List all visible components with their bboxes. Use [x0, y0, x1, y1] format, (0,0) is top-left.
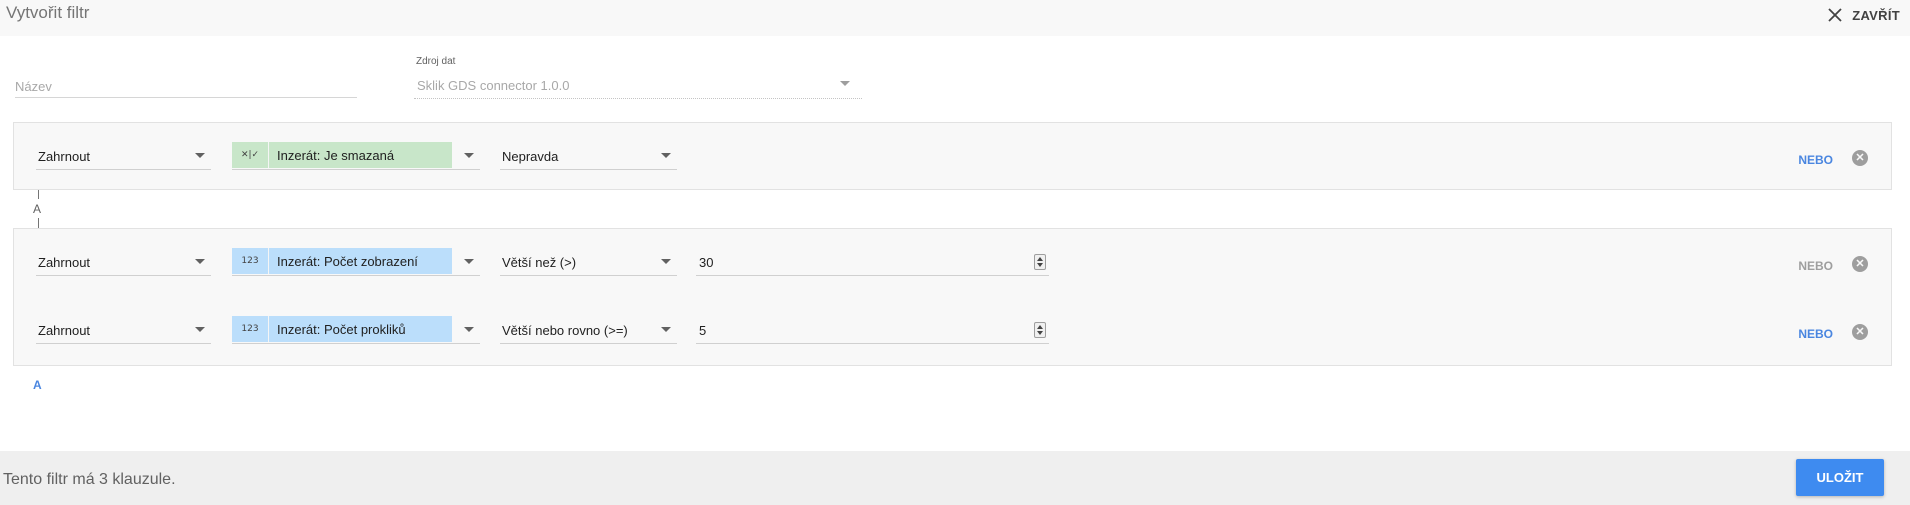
connector-line	[38, 190, 39, 199]
add-or-button[interactable]: NEBO	[1798, 327, 1833, 341]
close-label: ZAVŘÍT	[1852, 7, 1900, 23]
include-select[interactable]: Zahrnout	[36, 316, 211, 344]
clause-row: Zahrnout ✕|✓ Inzerát: Je smazaná Nepravd…	[14, 142, 1891, 182]
clause-row: Zahrnout 123 Inzerát: Počet prokliků Vět…	[14, 316, 1891, 356]
operator-select[interactable]: Větší než (>)	[500, 248, 677, 276]
value-input[interactable]: 5	[696, 316, 1049, 344]
field-chip: 123 Inzerát: Počet zobrazení	[232, 248, 452, 274]
data-source-label: Zdroj dat	[416, 56, 456, 67]
field-select[interactable]: ✕|✓ Inzerát: Je smazaná	[232, 142, 480, 170]
add-or-button[interactable]: NEBO	[1798, 153, 1833, 167]
operator-select[interactable]: Větší nebo rovno (>=)	[500, 316, 677, 344]
stepper-up-icon	[1037, 257, 1043, 261]
include-value: Zahrnout	[38, 255, 91, 270]
chevron-down-icon	[661, 153, 671, 158]
dialog-footer: Tento filtr má 3 klauzule. ULOŽIT	[0, 451, 1910, 505]
chevron-down-icon	[464, 153, 474, 158]
field-chip: 123 Inzerát: Počet prokliků	[232, 316, 452, 342]
data-source-select: Sklik GDS connector 1.0.0	[414, 75, 862, 99]
field-select[interactable]: 123 Inzerát: Počet prokliků	[232, 316, 480, 344]
operator-value: Nepravda	[502, 149, 559, 164]
operator-select[interactable]: Nepravda	[500, 142, 677, 170]
chevron-down-icon	[464, 327, 474, 332]
add-and-button[interactable]: A	[33, 378, 42, 392]
value-text: 30	[699, 255, 714, 270]
operator-value: Větší nebo rovno (>=)	[502, 323, 628, 338]
chevron-down-icon	[661, 327, 671, 332]
stepper-up-icon	[1037, 325, 1043, 329]
and-connector-label: A	[33, 202, 42, 216]
include-value: Zahrnout	[38, 323, 91, 338]
remove-clause-icon[interactable]: ✕	[1852, 256, 1868, 272]
add-or-button[interactable]: NEBO	[1798, 259, 1833, 273]
filter-name-input[interactable]: Název	[15, 76, 357, 98]
close-button[interactable]: ZAVŘÍT	[1826, 4, 1900, 26]
dialog-header: Vytvořit filtr ZAVŘÍT	[0, 0, 1910, 36]
number-stepper[interactable]	[1034, 254, 1046, 270]
stepper-down-icon	[1037, 263, 1043, 267]
field-name: Inzerát: Je smazaná	[277, 147, 395, 163]
boolean-type-icon: ✕|✓	[232, 142, 269, 168]
clause-group: Zahrnout 123 Inzerát: Počet zobrazení Vě…	[13, 228, 1892, 366]
value-input[interactable]: 30	[696, 248, 1049, 276]
field-name: Inzerát: Počet prokliků	[277, 321, 406, 337]
chevron-down-icon	[195, 327, 205, 332]
clause-row: Zahrnout 123 Inzerát: Počet zobrazení Vě…	[14, 248, 1891, 288]
include-value: Zahrnout	[38, 149, 91, 164]
chevron-down-icon	[464, 259, 474, 264]
field-select[interactable]: 123 Inzerát: Počet zobrazení	[232, 248, 480, 276]
number-stepper[interactable]	[1034, 322, 1046, 338]
include-select[interactable]: Zahrnout	[36, 142, 211, 170]
chevron-down-icon	[840, 81, 850, 86]
operator-value: Větší než (>)	[502, 255, 577, 270]
close-icon	[1828, 8, 1842, 22]
number-type-icon: 123	[232, 316, 269, 342]
clause-count-summary: Tento filtr má 3 klauzule.	[3, 471, 176, 488]
chevron-down-icon	[661, 259, 671, 264]
field-chip: ✕|✓ Inzerát: Je smazaná	[232, 142, 452, 168]
stepper-down-icon	[1037, 331, 1043, 335]
chevron-down-icon	[195, 153, 205, 158]
remove-clause-icon[interactable]: ✕	[1852, 150, 1868, 166]
save-button[interactable]: ULOŽIT	[1796, 459, 1884, 496]
value-text: 5	[699, 323, 707, 338]
connector-line	[38, 218, 39, 228]
include-select[interactable]: Zahrnout	[36, 248, 211, 276]
field-name: Inzerát: Počet zobrazení	[277, 253, 418, 269]
dialog-title: Vytvořit filtr	[6, 3, 90, 22]
remove-clause-icon[interactable]: ✕	[1852, 324, 1868, 340]
number-type-icon: 123	[232, 248, 269, 274]
data-source-value: Sklik GDS connector 1.0.0	[417, 78, 570, 93]
clause-group: Zahrnout ✕|✓ Inzerát: Je smazaná Nepravd…	[13, 122, 1892, 190]
chevron-down-icon	[195, 259, 205, 264]
